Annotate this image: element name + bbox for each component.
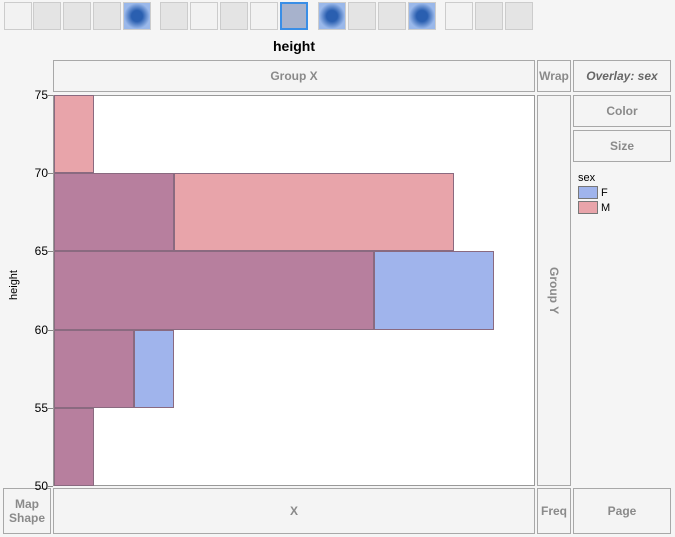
y-tick-label: 60 bbox=[34, 322, 48, 337]
y-tick-label: 55 bbox=[34, 400, 48, 415]
legend-item[interactable]: F bbox=[578, 186, 610, 199]
group-y-zone[interactable]: Group Y bbox=[537, 95, 571, 486]
bar-overlap[interactable] bbox=[54, 173, 174, 252]
map-shapes-icon[interactable] bbox=[505, 2, 533, 30]
legend-title: sex bbox=[578, 172, 596, 184]
histogram-icon[interactable] bbox=[280, 2, 308, 30]
caption-box-icon[interactable] bbox=[445, 2, 473, 30]
legend-swatch bbox=[578, 186, 598, 199]
mosaic-icon[interactable] bbox=[408, 2, 436, 30]
map-shape-zone[interactable]: Map Shape bbox=[3, 488, 51, 534]
y-tick-label: 65 bbox=[34, 244, 48, 259]
bar-F[interactable] bbox=[374, 251, 494, 330]
y-tick-mark bbox=[48, 486, 53, 487]
box-plot-icon[interactable] bbox=[250, 2, 278, 30]
y-axis-label-text: height bbox=[8, 270, 20, 300]
bar-icon[interactable] bbox=[190, 2, 218, 30]
legend: sex FM bbox=[578, 172, 610, 214]
formula-icon[interactable] bbox=[475, 2, 503, 30]
line-icon[interactable] bbox=[160, 2, 188, 30]
color-zone[interactable]: Color bbox=[573, 95, 671, 127]
graph-title: height bbox=[273, 38, 315, 54]
overlay-zone[interactable]: Overlay: sex bbox=[573, 60, 671, 92]
legend-label: F bbox=[601, 186, 608, 199]
legend-item[interactable]: M bbox=[578, 201, 610, 214]
heatmap-icon[interactable] bbox=[318, 2, 346, 30]
group-x-zone[interactable]: Group X bbox=[53, 60, 535, 92]
y-tick-label: 50 bbox=[34, 479, 48, 493]
size-zone[interactable]: Size bbox=[573, 130, 671, 162]
area-icon[interactable] bbox=[220, 2, 248, 30]
bar-F[interactable] bbox=[134, 329, 174, 408]
points-icon[interactable] bbox=[4, 2, 32, 30]
treemap-icon[interactable] bbox=[378, 2, 406, 30]
line-of-fit-icon[interactable] bbox=[63, 2, 91, 30]
bar-overlap[interactable] bbox=[54, 251, 374, 330]
contour-icon[interactable] bbox=[123, 2, 151, 30]
bar-M[interactable] bbox=[54, 95, 94, 174]
y-tick-label: 75 bbox=[34, 88, 48, 102]
pie-icon[interactable] bbox=[348, 2, 376, 30]
bar-M[interactable] bbox=[174, 173, 454, 252]
y-axis-label: height bbox=[8, 270, 20, 303]
plot-area[interactable] bbox=[53, 95, 535, 486]
freq-zone[interactable]: Freq bbox=[537, 488, 571, 534]
legend-label: M bbox=[601, 201, 611, 214]
ellipse-icon[interactable] bbox=[93, 2, 121, 30]
y-tick-label: 70 bbox=[34, 166, 48, 181]
page-zone[interactable]: Page bbox=[573, 488, 671, 534]
x-zone[interactable]: X bbox=[53, 488, 535, 534]
legend-swatch bbox=[578, 201, 598, 214]
bar-overlap[interactable] bbox=[54, 407, 94, 486]
wrap-zone[interactable]: Wrap bbox=[537, 60, 571, 92]
bar-overlap[interactable] bbox=[54, 329, 134, 408]
smoother-icon[interactable] bbox=[33, 2, 61, 30]
group-y-label: Group Y bbox=[547, 266, 561, 315]
